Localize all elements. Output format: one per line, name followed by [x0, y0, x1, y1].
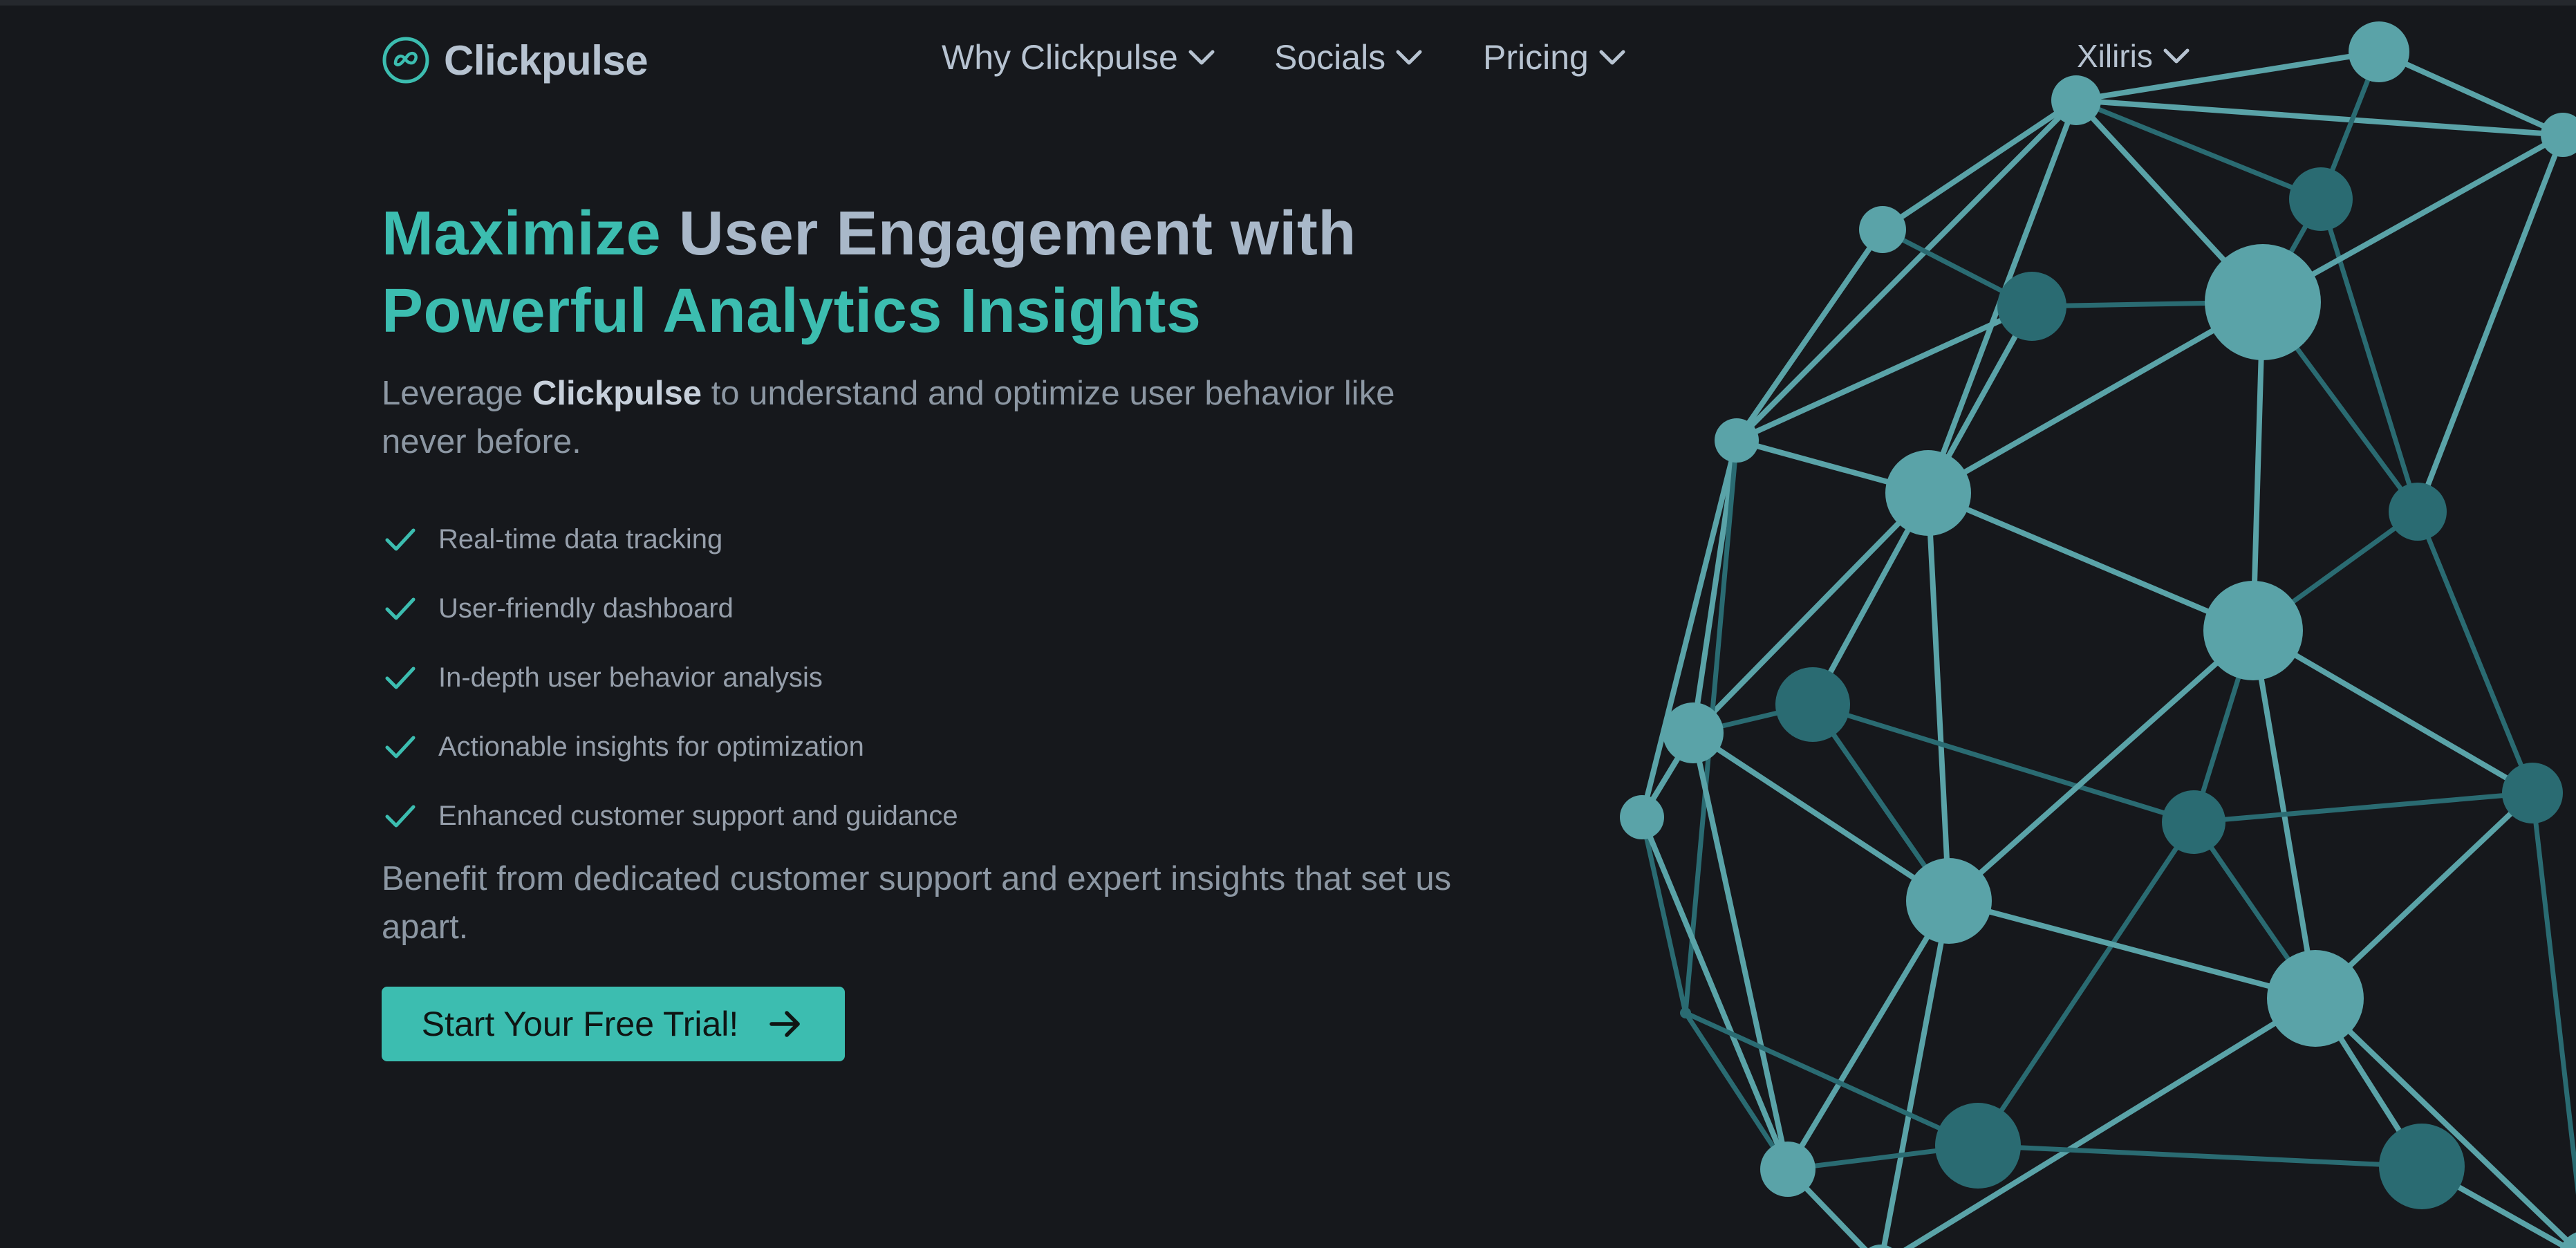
- chevron-down-icon: [1188, 50, 1215, 65]
- headline-text: User Engagement with: [678, 199, 1356, 268]
- network-node: [2051, 75, 2101, 125]
- nav-label: Why Clickpulse: [942, 38, 1178, 77]
- network-edge: [2191, 790, 2535, 825]
- infinity-circle-logo-icon: [382, 37, 429, 84]
- brand-name: Clickpulse: [444, 37, 648, 84]
- checkmark-icon: [385, 805, 416, 828]
- feature-item: Actionable insights for optimization: [382, 712, 958, 781]
- network-edge: [1946, 628, 2256, 904]
- hero-subtitle: Leverage Clickpulse to understand and op…: [382, 369, 1460, 466]
- network-node: [1885, 450, 1971, 536]
- network-edge: [1975, 819, 2196, 1148]
- network-node: [1620, 795, 1664, 839]
- arrow-right-icon: [769, 1011, 801, 1037]
- language-label: Xiliris: [2077, 38, 2153, 74]
- checkmark-icon: [385, 736, 416, 758]
- feature-label: Real-time data tracking: [438, 523, 723, 555]
- network-node: [2502, 763, 2563, 823]
- feature-item: In-depth user behavior analysis: [382, 643, 958, 712]
- network-edge: [2415, 132, 2566, 514]
- network-edge: [2415, 509, 2535, 796]
- network-edge: [1690, 730, 1791, 1172]
- network-node: [1935, 1103, 2021, 1189]
- network-node: [2267, 950, 2364, 1047]
- brand-logo[interactable]: Clickpulse: [382, 36, 648, 84]
- subtitle-brand: Clickpulse: [532, 375, 702, 412]
- hero-heading-block: Maximize User Engagement with Powerful A…: [382, 195, 1460, 350]
- subtitle-text: Leverage: [382, 375, 523, 412]
- headline-accent: Maximize: [382, 199, 662, 268]
- nav-pricing[interactable]: Pricing: [1483, 37, 1627, 77]
- cta-label: Start Your Free Trial!: [421, 1005, 739, 1043]
- network-node: [1663, 702, 1724, 763]
- chevron-down-icon: [1396, 50, 1422, 65]
- network-edge: [1810, 702, 2196, 825]
- feature-item: Enhanced customer support and guidance: [382, 781, 958, 850]
- network-edge: [1734, 97, 2079, 443]
- network-edge: [1639, 814, 1688, 1016]
- network-node: [2349, 21, 2409, 82]
- feature-item: Real-time data tracking: [382, 505, 958, 574]
- nav-label: Pricing: [1483, 38, 1589, 77]
- network-node: [1997, 272, 2066, 341]
- network-node: [1906, 858, 1992, 944]
- benefit-text: Benefit from dedicated customer support …: [382, 860, 1452, 946]
- network-node: [1775, 667, 1850, 742]
- checkmark-icon: [385, 528, 416, 551]
- feature-list: Real-time data tracking User-friendly da…: [382, 505, 958, 850]
- network-edge: [1639, 814, 1791, 1172]
- feature-item: User-friendly dashboard: [382, 574, 958, 643]
- network-node: [1680, 1007, 1691, 1018]
- hero-headline: Maximize User Engagement with Powerful A…: [382, 195, 1460, 350]
- network-edge: [2313, 996, 2576, 1248]
- network-edge: [1690, 730, 1952, 904]
- network-node: [2389, 483, 2447, 541]
- feature-label: Actionable insights for optimization: [438, 731, 864, 762]
- feature-label: User-friendly dashboard: [438, 593, 734, 624]
- nav-why-clickpulse[interactable]: Why Clickpulse: [942, 37, 1217, 77]
- checkmark-icon: [385, 667, 416, 689]
- network-sphere-illustration: [1620, 21, 2576, 1248]
- feature-label: Enhanced customer support and guidance: [438, 800, 958, 831]
- network-node: [2162, 790, 2225, 854]
- network-node: [1760, 1142, 1816, 1197]
- network-edge: [1925, 490, 1952, 904]
- language-selector[interactable]: Xiliris: [2077, 37, 2192, 75]
- network-node: [2541, 113, 2576, 157]
- network-edge: [1925, 490, 2256, 633]
- network-node: [2203, 581, 2303, 680]
- network-node: [2379, 1124, 2465, 1209]
- checkmark-icon: [385, 597, 416, 620]
- network-node: [1715, 418, 1759, 463]
- network-edge: [2530, 790, 2576, 1195]
- network-edge: [1880, 97, 2079, 232]
- nav-label: Socials: [1274, 38, 1386, 77]
- chevron-down-icon: [1599, 50, 1625, 65]
- headline-accent: Powerful Analytics Insights: [382, 277, 1202, 346]
- nav-socials[interactable]: Socials: [1274, 37, 1424, 77]
- network-node: [2289, 167, 2353, 231]
- network-node: [2205, 244, 2321, 360]
- network-node: [1859, 206, 1906, 253]
- feature-label: In-depth user behavior analysis: [438, 662, 823, 693]
- network-edge: [2318, 196, 2420, 514]
- start-free-trial-button[interactable]: Start Your Free Trial!: [382, 987, 845, 1061]
- chevron-down-icon: [2163, 48, 2190, 64]
